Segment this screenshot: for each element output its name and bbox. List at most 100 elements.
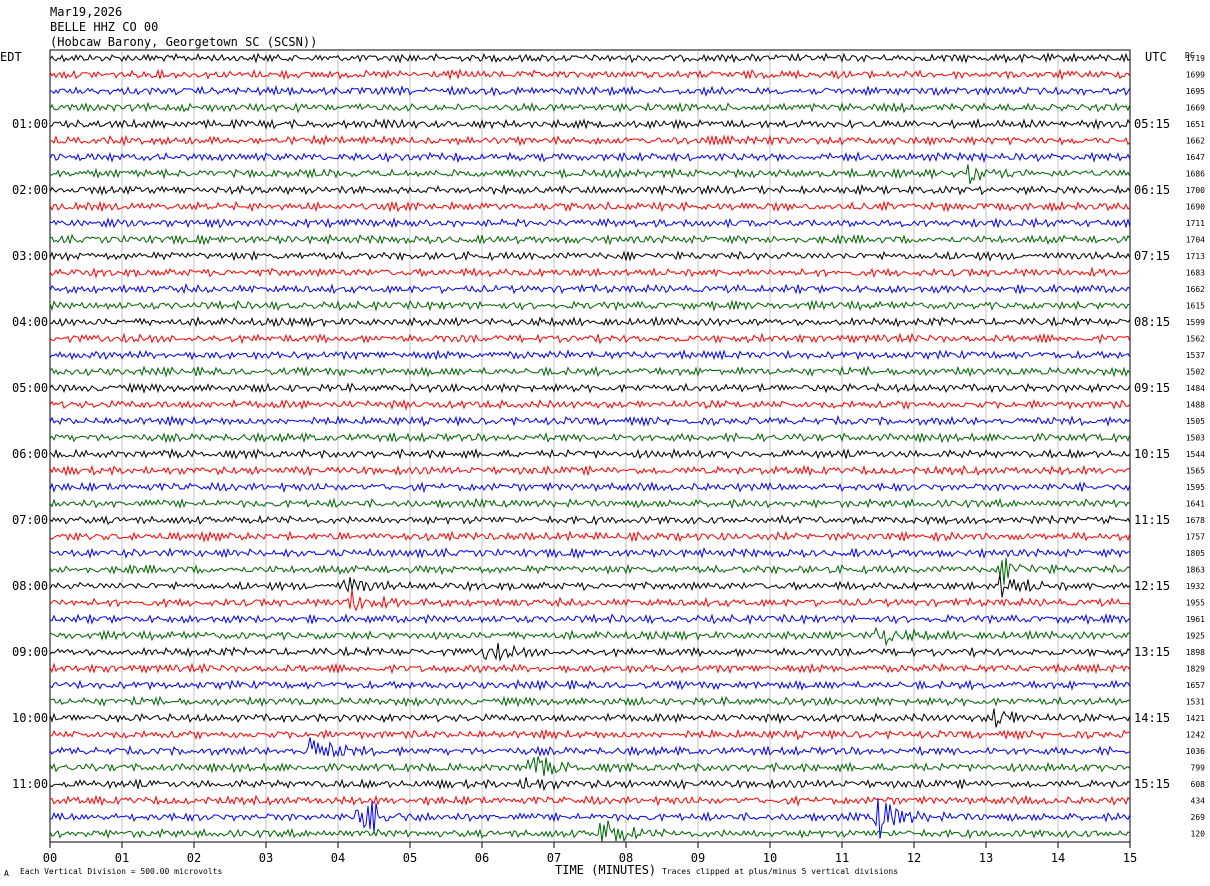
trace-row-5 <box>49 134 1131 147</box>
header-date: Mar19,2026 <box>50 5 122 19</box>
dc-offset-label: 1662 <box>1186 137 1205 146</box>
right-hour-label: 15:15 <box>1134 777 1170 791</box>
dc-offset-label: 1502 <box>1186 368 1205 377</box>
dc-offset-label: 1678 <box>1186 516 1205 525</box>
x-tick-label: 14 <box>1051 851 1065 865</box>
trace-row-19 <box>49 365 1131 378</box>
dc-offset-label: 1562 <box>1186 335 1205 344</box>
right-hour-label: 14:15 <box>1134 711 1170 725</box>
trace-row-10 <box>49 216 1131 229</box>
dc-offset-label: 1863 <box>1186 566 1205 575</box>
dc-offset-label: 1829 <box>1186 665 1205 674</box>
dc-offset-label: 1699 <box>1186 71 1205 80</box>
dc-offset-label: 1488 <box>1186 401 1205 410</box>
trace-row-30 <box>49 546 1131 560</box>
trace-row-7 <box>49 164 1131 185</box>
header-location: (Hobcaw Barony, Georgetown SC (SCSN)) <box>50 35 317 49</box>
dc-offset-label: 1242 <box>1186 731 1205 740</box>
trace-row-17 <box>49 332 1131 345</box>
dc-offset-label: 1595 <box>1186 483 1205 492</box>
dc-offset-label: 1713 <box>1186 252 1205 261</box>
header-station: BELLE HHZ CO 00 <box>50 20 158 34</box>
trace-row-26 <box>49 481 1131 494</box>
left-hour-label: 05:00 <box>12 381 48 395</box>
dc-offset-label: 120 <box>1191 830 1206 839</box>
dc-offset-label: 1036 <box>1186 747 1205 756</box>
trace-row-4 <box>49 117 1131 130</box>
left-hour-label: 04:00 <box>12 315 48 329</box>
trace-row-41 <box>50 728 1131 741</box>
trace-row-44 <box>49 777 1131 792</box>
dc-offset-label: 1690 <box>1186 203 1205 212</box>
x-axis: 00 01 02 03 04 05 06 07 08 09 10 11 12 13 14 15 <box>43 842 1137 865</box>
dc-offset-label: 1662 <box>1186 285 1205 294</box>
trace-row-32 <box>49 574 1131 598</box>
trace-row-16 <box>49 315 1131 328</box>
trace-row-21 <box>49 398 1131 411</box>
trace-row-40 <box>49 708 1131 728</box>
trace-row-28 <box>49 514 1131 526</box>
x-tick-label: 00 <box>43 851 57 865</box>
left-hour-label: 09:00 <box>12 645 48 659</box>
left-hour-label: 01:00 <box>12 117 48 131</box>
dc-offset-label: 1599 <box>1186 318 1205 327</box>
left-hour-label: 02:00 <box>12 183 48 197</box>
x-axis-title: TIME (MINUTES) <box>555 863 656 877</box>
dc-offset-label: 1531 <box>1186 698 1205 707</box>
trace-row-3 <box>49 101 1131 114</box>
footer-scale-note: Each Vertical Division = 500.00 microvol… <box>20 867 222 876</box>
x-tick-label: 06 <box>475 851 489 865</box>
trace-row-6 <box>49 150 1131 164</box>
trace-row-20 <box>49 382 1131 394</box>
trace-row-24 <box>49 447 1131 460</box>
x-tick-label: 11 <box>835 851 849 865</box>
trace-row-25 <box>49 464 1131 477</box>
x-tick-label: 09 <box>691 851 705 865</box>
trace-row-2 <box>49 84 1131 97</box>
trace-row-12 <box>49 250 1131 262</box>
left-hour-label: 10:00 <box>12 711 48 725</box>
dc-offset-label: 1805 <box>1186 549 1205 558</box>
trace-row-22 <box>49 415 1131 428</box>
dc-offset-label: 269 <box>1191 813 1206 822</box>
dc-offset-label: 1615 <box>1186 302 1205 311</box>
dc-offset-label: 1719 <box>1186 54 1205 63</box>
footer-clip-note: Traces clipped at plus/minus 5 vertical … <box>662 867 898 876</box>
dc-offset-label: 1700 <box>1186 186 1205 195</box>
dc-offset-label: 1669 <box>1186 104 1205 113</box>
trace-row-33 <box>49 589 1131 612</box>
x-tick-label: 05 <box>403 851 417 865</box>
right-hour-label: 12:15 <box>1134 579 1170 593</box>
trace-row-27 <box>49 497 1131 510</box>
trace-row-11 <box>49 233 1131 246</box>
dc-offset-label: 1711 <box>1186 219 1205 228</box>
trace-row-23 <box>49 431 1131 444</box>
trace-row-43 <box>49 756 1131 777</box>
left-hour-label: 06:00 <box>12 447 48 461</box>
x-tick-label: 15 <box>1123 851 1137 865</box>
dc-offset-label: 1961 <box>1186 615 1205 624</box>
trace-row-37 <box>49 662 1131 675</box>
trace-row-35 <box>49 626 1131 647</box>
right-hour-label: 06:15 <box>1134 183 1170 197</box>
trace-row-14 <box>49 282 1131 295</box>
trace-row-29 <box>49 530 1131 543</box>
dc-offset-label: 799 <box>1191 764 1206 773</box>
dc-offset-label: 1544 <box>1186 450 1205 459</box>
dc-offset-label: 1503 <box>1186 434 1205 443</box>
dc-offset-label: 1641 <box>1186 500 1205 509</box>
x-tick-label: 02 <box>187 851 201 865</box>
dc-offset-label: 1537 <box>1186 351 1205 360</box>
x-tick-label: 12 <box>907 851 921 865</box>
right-hour-label: 08:15 <box>1134 315 1170 329</box>
dc-offset-label: 1925 <box>1186 632 1205 641</box>
dc-offset-label: 1932 <box>1186 582 1205 591</box>
trace-row-9 <box>49 200 1131 213</box>
right-hour-label: 09:15 <box>1134 381 1170 395</box>
helicorder-plot: Mar19,2026 BELLE HHZ CO 00 (Hobcaw Baron… <box>0 5 1206 878</box>
right-hour-label: 11:15 <box>1134 513 1170 527</box>
trace-row-45 <box>49 794 1131 807</box>
dc-offset-label: 1757 <box>1186 533 1205 542</box>
trace-row-38 <box>49 679 1131 692</box>
left-hour-label: 07:00 <box>12 513 48 527</box>
